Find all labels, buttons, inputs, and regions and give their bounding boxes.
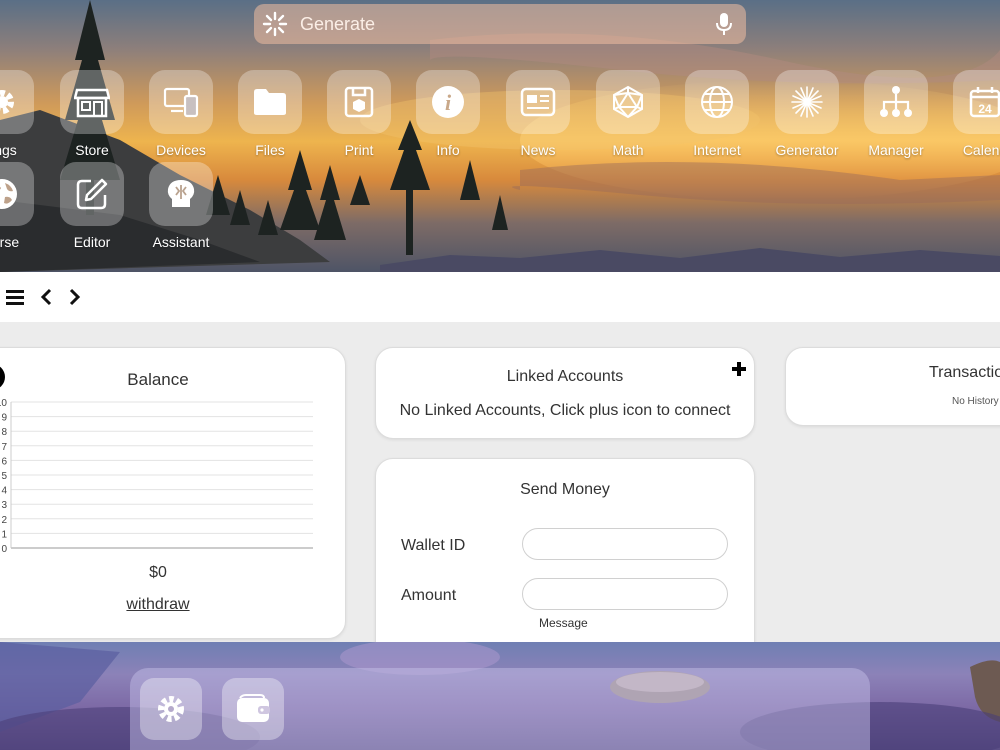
chart-y-tick-label: 10 <box>0 398 7 409</box>
app-label: Internet <box>693 142 741 158</box>
amount-label: Amount <box>401 587 457 604</box>
linked-accounts-card: Linked Accounts No Linked Accounts, Clic… <box>375 347 755 439</box>
app-news[interactable]: News <box>488 70 588 158</box>
send-money-card: Send Money Wallet ID Amount Message <box>375 458 755 660</box>
withdraw-link[interactable]: withdraw <box>0 596 345 614</box>
chart-y-tick-label: 7 <box>1 442 7 453</box>
chart-y-tick-label: 4 <box>1 486 7 497</box>
app-info[interactable]: i Info <box>398 70 498 158</box>
dock-wallet-button[interactable] <box>222 678 284 740</box>
dock <box>130 668 870 750</box>
balance-chart: 0 1 2 3 4 5 6 7 8 9 10 <box>0 398 313 555</box>
chart-y-tick-label: 5 <box>1 471 7 482</box>
microphone-icon[interactable] <box>714 12 734 36</box>
chart-y-tick-label: 8 <box>1 427 7 438</box>
earth-icon <box>0 179 17 209</box>
app-label: Calend <box>962 142 1000 158</box>
app-label: Store <box>75 142 109 158</box>
plus-icon[interactable] <box>732 362 746 376</box>
svg-text:i: i <box>445 90 452 115</box>
transactions-title: Transactio <box>929 364 1000 381</box>
app-label: Files <box>255 142 285 158</box>
sparkle-icon <box>791 86 823 118</box>
linked-accounts-title: Linked Accounts <box>506 368 624 385</box>
app-assistant[interactable]: Assistant <box>131 162 231 250</box>
folder-icon <box>254 89 286 115</box>
wallet-id-field[interactable] <box>522 528 728 560</box>
balance-card: Balance 0 1 2 3 4 5 6 7 8 9 10 $0 withdraw <box>0 347 346 639</box>
chart-y-tick-label: 0 <box>1 544 7 555</box>
chart-y-tick-label: 3 <box>1 500 7 511</box>
search-input[interactable] <box>298 12 702 36</box>
app-store[interactable]: Store <box>42 70 142 158</box>
app-generator[interactable]: Generator <box>757 70 857 158</box>
balance-title: Balance <box>127 370 189 389</box>
store-icon <box>74 88 110 118</box>
app-calendar[interactable]: 24 Calend <box>935 70 1000 158</box>
wallet-id-label: Wallet ID <box>401 537 466 554</box>
devices-icon <box>163 87 199 118</box>
calendar-icon: 24 <box>969 87 1000 118</box>
chevron-right-icon[interactable] <box>67 286 83 308</box>
app-internet[interactable]: Internet <box>667 70 767 158</box>
calendar-day-badge: 24 <box>978 102 992 116</box>
wallet-content: Balance 0 1 2 3 4 5 6 7 8 9 10 $0 withdraw Linked … <box>0 322 1000 660</box>
info-icon: i <box>432 86 464 118</box>
sparkle-icon <box>262 11 288 37</box>
print-icon <box>344 86 374 118</box>
gear-icon <box>0 90 14 114</box>
send-money-title: Send Money <box>520 481 610 498</box>
message-label: Message <box>539 616 588 630</box>
app-label: News <box>520 142 556 158</box>
hamburger-icon[interactable] <box>5 286 25 308</box>
amount-field[interactable] <box>522 578 728 610</box>
nav-bar <box>0 272 1000 323</box>
gear-icon <box>158 696 184 722</box>
balance-amount: $0 <box>149 564 167 581</box>
news-icon <box>520 87 556 117</box>
app-print[interactable]: Print <box>309 70 409 158</box>
app-label: Editor <box>73 234 111 250</box>
assistant-icon <box>167 180 195 207</box>
chevron-left-icon[interactable] <box>38 286 54 308</box>
hierarchy-icon <box>880 86 912 117</box>
edit-icon <box>76 178 108 210</box>
app-label: Manager <box>868 142 924 158</box>
app-label: Info <box>436 142 460 158</box>
app-label: Devices <box>156 142 206 158</box>
chart-y-tick-label: 9 <box>1 413 7 424</box>
app-label: Assistant <box>152 234 210 250</box>
globe-icon <box>701 86 733 118</box>
app-label: Math <box>612 142 644 158</box>
chart-y-tick-label: 1 <box>1 529 7 540</box>
app-editor[interactable]: Editor <box>42 162 142 250</box>
app-label: Generator <box>775 142 839 158</box>
linked-accounts-message: No Linked Accounts, Click plus icon to c… <box>399 402 731 419</box>
wallet-icon <box>237 694 270 722</box>
icosahedron-icon <box>613 85 643 119</box>
transactions-message: No History <box>952 396 999 407</box>
chart-y-tick-label: 2 <box>1 515 7 526</box>
transactions-card: Transactio No History <box>785 347 1000 426</box>
app-label: Print <box>344 142 374 158</box>
dock-settings-button[interactable] <box>140 678 202 740</box>
app-math[interactable]: Math <box>578 70 678 158</box>
search-bar[interactable] <box>254 4 746 44</box>
app-manager[interactable]: Manager <box>846 70 946 158</box>
chart-y-tick-label: 6 <box>1 456 7 467</box>
app-devices[interactable]: Devices <box>131 70 231 158</box>
app-files[interactable]: Files <box>220 70 320 158</box>
